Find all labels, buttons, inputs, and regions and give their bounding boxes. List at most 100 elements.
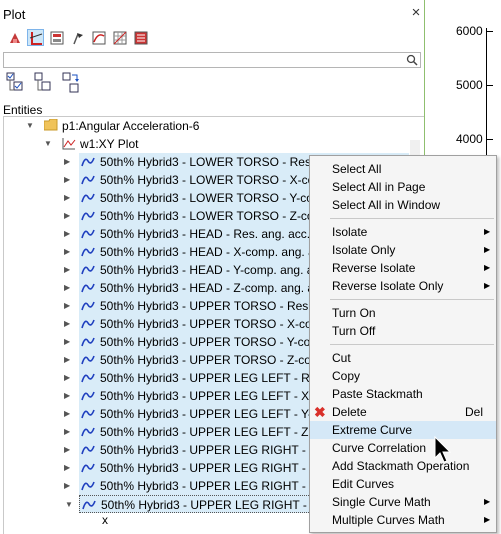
submenu-arrow-icon: ▶ <box>484 281 491 290</box>
curve-icon <box>81 373 95 383</box>
expand-caret-icon[interactable]: ▶ <box>64 153 70 171</box>
y-tick <box>487 31 493 32</box>
menu-item-label: Isolate <box>332 225 368 239</box>
expand-caret-icon[interactable]: ▶ <box>64 405 70 423</box>
menu-item-label: Edit Curves <box>332 477 395 491</box>
curve-icon <box>82 500 96 510</box>
expand-caret-icon[interactable]: ▶ <box>64 315 70 333</box>
curve-icon <box>81 265 95 275</box>
tree-toolbar <box>6 72 80 94</box>
expand-caret-icon[interactable]: ▶ <box>64 459 70 477</box>
menu-item-single-curve-math[interactable]: Single Curve Math ▶ <box>310 493 496 511</box>
menu-item-isolate-only[interactable]: Isolate Only ▶ <box>310 241 496 259</box>
menu-item-edit-curves[interactable]: Edit Curves <box>310 475 496 493</box>
curve-label: 50th% Hybrid3 - UPPER LEG LEFT - Y-com <box>100 407 335 421</box>
grid-icon[interactable] <box>111 29 128 46</box>
menu-item-select-all[interactable]: Select All <box>310 160 496 178</box>
expand-caret-icon[interactable]: ▶ <box>64 207 70 225</box>
expand-caret-icon[interactable]: ▶ <box>64 261 70 279</box>
expand-caret-icon[interactable]: ▶ <box>64 387 70 405</box>
legend-icon[interactable] <box>132 29 149 46</box>
plot-options-icon[interactable] <box>6 29 23 46</box>
page-layout-icon[interactable] <box>48 29 65 46</box>
expand-caret-icon[interactable]: ▶ <box>64 225 70 243</box>
menu-item-label: Curve Correlation <box>332 441 427 455</box>
curve-label: 50th% Hybrid3 - UPPER LEG LEFT - X-com <box>100 389 336 403</box>
menu-item-copy[interactable]: Copy <box>310 367 496 385</box>
entities-label: Entities <box>3 103 43 117</box>
y-tick-label: 6000 <box>456 24 483 38</box>
menu-item-turn-off[interactable]: Turn Off <box>310 322 496 340</box>
menu-item-turn-on[interactable]: Turn On <box>310 304 496 322</box>
expand-caret-icon[interactable]: ▶ <box>64 423 70 441</box>
curve-icon <box>81 247 95 257</box>
menu-item-delete[interactable]: ✖ Delete Del <box>310 403 496 421</box>
expand-caret-icon[interactable]: ▶ <box>64 333 70 351</box>
menu-item-add-stackmath-operation[interactable]: Add Stackmath Operation <box>310 457 496 475</box>
curve-label: 50th% Hybrid3 - HEAD - X-comp. ang. acc. <box>100 245 331 259</box>
expand-caret-icon[interactable]: ▶ <box>64 477 70 495</box>
submenu-arrow-icon: ▶ <box>484 263 491 272</box>
curve-label: 50th% Hybrid3 - UPPER TORSO - Y-comp. <box>100 335 331 349</box>
curve-label: 50th% Hybrid3 - HEAD - Res. ang. acc. <box>100 227 311 241</box>
expand-caret-icon[interactable]: ▶ <box>64 243 70 261</box>
curve-label: 50th% Hybrid3 - UPPER LEG RIGHT - X-c <box>100 461 328 475</box>
expand-caret-icon[interactable]: ▶ <box>64 189 70 207</box>
expand-caret-icon[interactable]: ▶ <box>64 279 70 297</box>
curve-label: 50th% Hybrid3 - UPPER TORSO - X-comp. <box>100 317 332 331</box>
menu-separator <box>330 344 494 345</box>
curve-icon <box>81 427 95 437</box>
search-input[interactable] <box>3 52 421 68</box>
curve-icon <box>81 319 95 329</box>
curve-label: 50th% Hybrid3 - UPPER TORSO - Res. ang. <box>100 299 339 313</box>
close-icon[interactable]: × <box>408 5 424 21</box>
curve-icon <box>81 283 95 293</box>
menu-item-paste-stackmath[interactable]: Paste Stackmath <box>310 385 496 403</box>
search-icon[interactable] <box>406 54 418 66</box>
expand-all-icon[interactable] <box>6 72 24 94</box>
menu-item-select-all-in-window[interactable]: Select All in Window <box>310 196 496 214</box>
plot-toolbar <box>6 29 149 49</box>
expand-caret-icon[interactable]: ▶ <box>64 351 70 369</box>
menu-item-curve-correlation[interactable]: Curve Correlation <box>310 439 496 457</box>
menu-item-extreme-curve[interactable]: Extreme Curve <box>310 421 496 439</box>
page-label: p1:Angular Acceleration-6 <box>62 119 200 133</box>
curve-style-icon[interactable] <box>90 29 107 46</box>
curve-label: 50th% Hybrid3 - LOWER TORSO - X-comp. <box>100 173 335 187</box>
menu-shortcut: Del <box>465 405 484 419</box>
expand-caret-icon[interactable]: ▶ <box>64 441 70 459</box>
menu-item-label: Copy <box>332 369 361 383</box>
curve-icon <box>81 355 95 365</box>
curve-label: 50th% Hybrid3 - UPPER LEG LEFT - Res. a <box>100 371 336 385</box>
sync-tree-icon[interactable] <box>62 72 80 94</box>
collapse-all-icon[interactable] <box>34 72 52 94</box>
menu-item-label: Select All in Window <box>332 198 441 212</box>
curve-label: 50th% Hybrid3 - UPPER LEG RIGHT - Y-c <box>100 479 326 493</box>
y-tick-label: 4000 <box>456 132 483 146</box>
menu-item-multiple-curves-math[interactable]: Multiple Curves Math ▶ <box>310 511 496 529</box>
menu-item-reverse-isolate-only[interactable]: Reverse Isolate Only ▶ <box>310 277 496 295</box>
curve-label: 50th% Hybrid3 - HEAD - Z-comp. ang. acc. <box>100 281 330 295</box>
y-tick <box>487 85 493 86</box>
axis-icon[interactable] <box>27 29 44 46</box>
expand-caret-icon[interactable]: ▶ <box>64 369 70 387</box>
expand-caret-icon[interactable]: ▶ <box>64 297 70 315</box>
curve-label: 50th% Hybrid3 - HEAD - Y-comp. ang. acc. <box>100 263 329 277</box>
y-tick <box>487 139 493 140</box>
menu-item-label: Cut <box>332 351 351 365</box>
menu-item-select-all-in-page[interactable]: Select All in Page <box>310 178 496 196</box>
expand-caret-icon[interactable]: ▼ <box>65 496 73 514</box>
expand-caret-icon[interactable]: ▼ <box>44 135 52 153</box>
curve-icon <box>81 229 95 239</box>
expand-caret-icon[interactable]: ▶ <box>64 171 70 189</box>
menu-item-label: Extreme Curve <box>332 423 413 437</box>
xy-plot-icon <box>62 138 76 150</box>
menu-item-reverse-isolate[interactable]: Reverse Isolate ▶ <box>310 259 496 277</box>
panel-title: Plot <box>3 7 26 22</box>
expand-caret-icon[interactable]: ▼ <box>26 117 34 135</box>
menu-item-isolate[interactable]: Isolate ▶ <box>310 223 496 241</box>
menu-item-label: Multiple Curves Math <box>332 513 445 527</box>
curve-icon <box>81 301 95 311</box>
menu-item-cut[interactable]: Cut <box>310 349 496 367</box>
marker-icon[interactable] <box>69 29 86 46</box>
